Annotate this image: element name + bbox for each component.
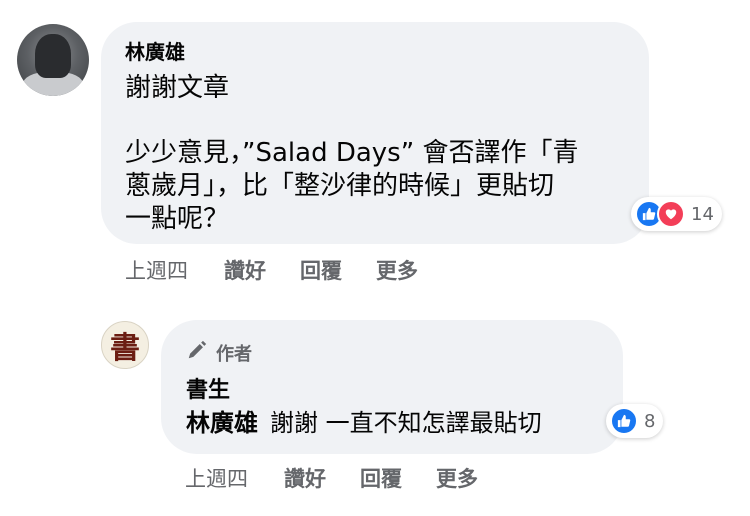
like-button[interactable]: 讚好	[224, 255, 266, 285]
reply-actions: 上週四 讚好 回覆 更多	[185, 463, 512, 493]
like-button[interactable]: 讚好	[284, 463, 326, 493]
comment-line: 一點呢？	[125, 204, 230, 234]
comment-line: 謝謝文章	[125, 73, 230, 103]
like-icon	[610, 407, 638, 435]
reply-author[interactable]: 書生	[186, 372, 230, 404]
author-badge: 作者	[186, 339, 252, 366]
reaction-summary[interactable]: 8	[606, 404, 664, 438]
more-button[interactable]: 更多	[436, 463, 478, 493]
reaction-count: 14	[691, 203, 714, 225]
author-badge-label: 作者	[216, 343, 252, 365]
avatar-glyph: 書	[110, 331, 140, 366]
mention-link[interactable]: 林廣雄	[186, 409, 258, 437]
commenter-avatar[interactable]	[17, 24, 89, 96]
love-icon	[657, 200, 685, 228]
comment-actions: 上週四 讚好 回覆 更多	[125, 255, 452, 285]
comment-author[interactable]: 林廣雄	[125, 36, 185, 65]
more-button[interactable]: 更多	[376, 255, 418, 285]
reply-body: 謝謝 一直不知怎譯最貼切	[270, 409, 542, 437]
comment-line: 蔥歲月」，比「整沙律的時候」更貼切	[125, 171, 555, 201]
reaction-summary[interactable]: 14	[631, 197, 722, 231]
reply-text: 林廣雄 謝謝 一直不知怎譯最貼切	[186, 407, 542, 439]
reply-button[interactable]: 回覆	[300, 255, 342, 285]
reply-avatar[interactable]: 書	[101, 321, 149, 369]
reply-button[interactable]: 回覆	[360, 463, 402, 493]
comment-line: 少少意見，”Salad Days” 會否譯作「青	[125, 138, 579, 168]
pen-icon	[186, 339, 208, 366]
reaction-count: 8	[644, 410, 656, 432]
timestamp[interactable]: 上週四	[125, 255, 188, 285]
comment-text: 謝謝文章 少少意見，”Salad Days” 會否譯作「青 蔥歲月」，比「整沙律…	[125, 72, 625, 236]
timestamp[interactable]: 上週四	[185, 463, 248, 493]
